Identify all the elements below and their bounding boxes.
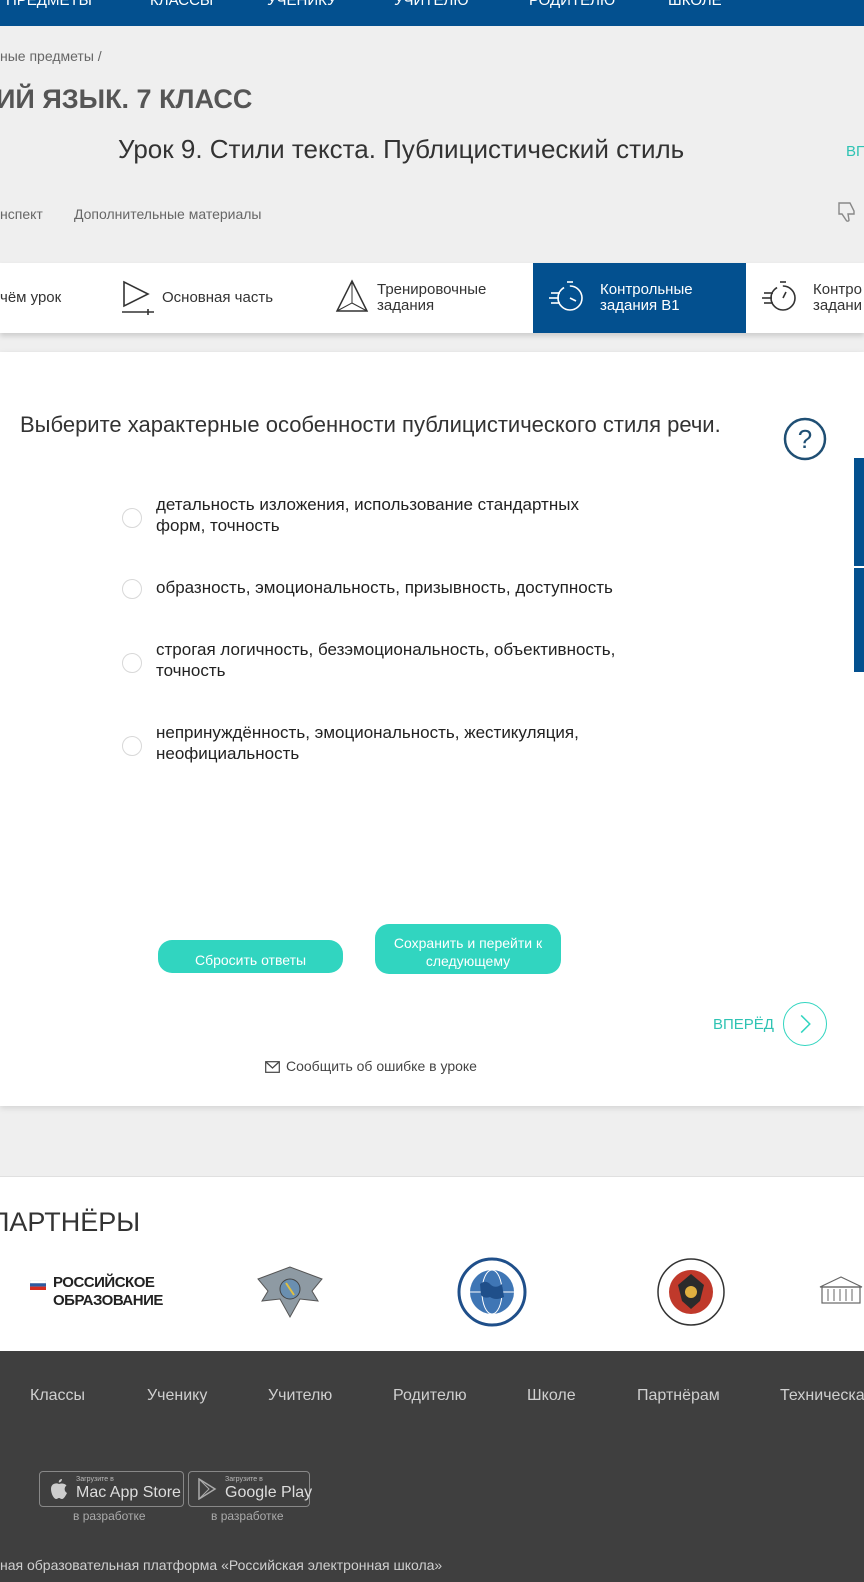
question-text: Выберите характерные особенности публици… [20, 412, 721, 437]
answer-text: непринуждённость, эмоциональность, жести… [156, 723, 579, 763]
google-play-badge[interactable]: Загрузите в Google Play [188, 1471, 313, 1507]
google-play-icon [198, 1478, 217, 1500]
breadcrumb[interactable]: ные предметы / [0, 48, 102, 64]
ministry-emblem-icon[interactable] [252, 1261, 328, 1321]
answer-text: детальность изложения, использование ста… [156, 495, 579, 535]
side-panel-tab[interactable] [854, 568, 864, 672]
report-error-label: Сообщить об ошибке в уроке [286, 1058, 477, 1074]
side-panel-tab[interactable] [854, 458, 864, 566]
building-logo-icon[interactable] [818, 1273, 864, 1307]
google-play-note: в разработке [211, 1509, 284, 1523]
footer-link-partners[interactable]: Партнёрам [637, 1387, 720, 1405]
partner-logo-text: РОССИЙСКОЕ ОБРАЗОВАНИЕ [53, 1274, 163, 1309]
answer-text: строгая логичность, безэмоциональность, … [156, 640, 616, 680]
report-error-link[interactable]: Сообщить об ошибке в уроке [265, 1058, 477, 1074]
partner-logo-russian-education[interactable]: РОССИЙСКОЕ ОБРАЗОВАНИЕ [30, 1274, 163, 1314]
mac-app-store-badge[interactable]: Загрузите в Mac App Store [39, 1471, 184, 1507]
lesson-side-link[interactable]: ВП [846, 143, 864, 160]
thumbs-down-icon[interactable] [836, 200, 860, 224]
step-control-b2[interactable]: Контро задани [746, 263, 864, 333]
tab-summary[interactable]: нспект [0, 206, 43, 222]
answer-option[interactable]: строгая логичность, безэмоциональность, … [122, 639, 662, 683]
footer-link-teacher[interactable]: Учителю [268, 1387, 332, 1405]
footer-link-school[interactable]: Школе [527, 1387, 576, 1405]
google-play-caption: Загрузите в [225, 1476, 263, 1483]
envelope-icon [265, 1061, 280, 1073]
flag-icon [30, 1280, 46, 1290]
help-icon[interactable]: ? [783, 417, 827, 461]
answer-option[interactable]: детальность изложения, использование ста… [122, 494, 662, 538]
step-control-b1-label-1: Контрольные [600, 281, 693, 298]
stopwatch-icon [762, 281, 796, 311]
answer-radio[interactable] [122, 508, 142, 528]
step-intro-label: чём урок [0, 289, 62, 306]
help-symbol: ? [798, 424, 812, 454]
forward-link[interactable]: ВПЕРЁД [713, 1016, 774, 1033]
step-control-b2-label-2: задани [813, 297, 862, 314]
answer-radio[interactable] [122, 579, 142, 599]
step-control-b1[interactable]: Контрольные задания В1 [533, 263, 746, 333]
footer: Классы Ученику Учителю Родителю Школе Па… [0, 1351, 864, 1582]
footer-link-parent[interactable]: Родителю [393, 1387, 467, 1405]
footer-link-classes[interactable]: Классы [30, 1387, 85, 1405]
step-main[interactable]: Основная часть [110, 263, 320, 333]
step-control-b2-label-1: Контро [813, 281, 862, 298]
lesson-steps: чём урок Основная часть Тренировочные за… [0, 263, 864, 333]
top-nav-classes[interactable]: КЛАССЫ [150, 0, 213, 9]
lesson-title: Урок 9. Стили текста. Публицистический с… [118, 134, 685, 164]
top-nav-student[interactable]: УЧЕНИКУ [267, 0, 337, 9]
answer-option[interactable]: образность, эмоциональность, призывность… [122, 577, 662, 601]
google-play-name: Google Play [225, 1484, 313, 1501]
subject-title: ИЙ ЯЗЫК. 7 КЛАСС [0, 84, 253, 114]
top-nav-teacher[interactable]: УЧИТЕЛЮ [394, 0, 468, 9]
partners-title: ПАРТНЁРЫ [0, 1207, 141, 1237]
step-training-label-1: Тренировочные [377, 281, 487, 298]
top-nav-parent[interactable]: РОДИТЕЛЮ [529, 0, 615, 9]
pyramid-icon [335, 279, 369, 312]
top-nav-school[interactable]: ШКОЛЕ [668, 0, 722, 9]
military-historical-society-emblem-icon[interactable] [656, 1257, 726, 1327]
mac-app-store-note: в разработке [73, 1509, 146, 1523]
footer-copyright: ная образовательная платформа «Российска… [0, 1557, 443, 1573]
answer-radio[interactable] [122, 653, 142, 673]
answer-option[interactable]: непринуждённость, эмоциональность, жести… [122, 722, 662, 766]
footer-link-student[interactable]: Ученику [147, 1387, 207, 1405]
question-card: Выберите характерные особенности публици… [0, 352, 864, 1106]
top-nav-subjects[interactable]: ПРЕДМЕТЫ [6, 0, 92, 9]
apple-icon [51, 1479, 67, 1499]
footer-link-support[interactable]: Техническая [780, 1387, 864, 1405]
mac-app-store-name: Mac App Store [76, 1484, 181, 1501]
step-control-b1-label-2: задания В1 [600, 297, 680, 314]
answer-radio[interactable] [122, 736, 142, 756]
step-intro[interactable]: чём урок [0, 263, 110, 333]
step-main-label: Основная часть [162, 289, 274, 306]
tab-extra-materials[interactable]: Дополнительные материалы [74, 206, 261, 222]
partners-section: ПАРТНЁРЫ РОССИЙСКОЕ ОБРАЗОВАНИЕ [0, 1176, 864, 1351]
reset-answers-button[interactable]: Сбросить ответы [158, 940, 343, 973]
chevron-right-icon[interactable] [783, 1002, 827, 1046]
mac-app-store-caption: Загрузите в [76, 1476, 114, 1483]
play-icon [122, 280, 154, 315]
top-nav: ПРЕДМЕТЫ КЛАССЫ УЧЕНИКУ УЧИТЕЛЮ РОДИТЕЛЮ… [0, 0, 864, 26]
stopwatch-icon [549, 281, 583, 311]
step-training[interactable]: Тренировочные задания [320, 263, 533, 333]
geographic-society-globe-icon[interactable] [456, 1257, 528, 1327]
save-next-button[interactable]: Сохранить и перейти к следующему [375, 924, 561, 974]
answer-text: образность, эмоциональность, призывность… [156, 578, 613, 597]
step-training-label-2: задания [377, 297, 435, 314]
